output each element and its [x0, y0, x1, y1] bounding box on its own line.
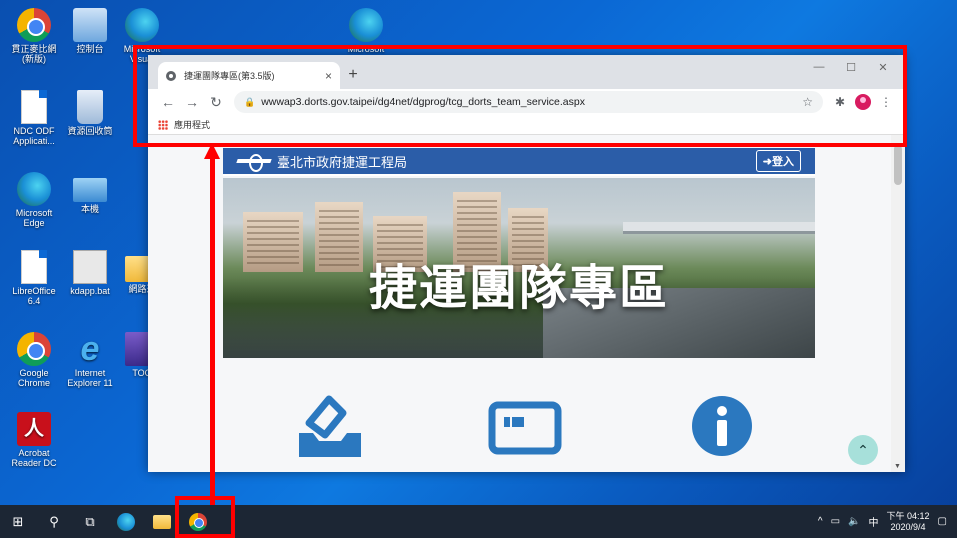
clock-date: 2020/9/4 [890, 521, 926, 532]
chrome-icon [17, 332, 51, 366]
control-panel-icon [73, 8, 107, 42]
desktop-icon-label: 本機 [80, 204, 99, 214]
pdf-icon: 人 [17, 412, 51, 446]
desktop-icon-label: Google Chrome [17, 368, 50, 388]
login-label: 登入 [772, 156, 794, 168]
network-icon[interactable]: ▭ [831, 516, 840, 527]
desktop-icon-kdapp[interactable]: kdapp.bat [62, 250, 118, 296]
edge-icon [117, 512, 135, 531]
system-tray: ^ ▭ 🔈 中 下午 04:12 2020/9/4 ▢ [818, 511, 957, 533]
desktop-icon-recycle-bin[interactable]: 資源回收筒 [62, 90, 118, 136]
desktop-icon-google-chrome[interactable]: Google Chrome [6, 332, 62, 388]
batch-file-icon [73, 250, 107, 284]
search-icon[interactable]: ⚲ [36, 505, 72, 538]
folder-icon [153, 514, 171, 529]
hero-title: 捷運團隊專區 [368, 262, 669, 315]
taskbar: ⊞ ⚲ ⧉ ^ ▭ 🔈 中 下午 04:12 2020/9/4 ▢ [0, 505, 957, 538]
annotation-box-taskbar-chrome [175, 496, 235, 538]
login-button[interactable]: ➜登入 [755, 150, 801, 172]
desktop-icon-label: 貫正麥比網 (新版) [11, 44, 57, 64]
document-icon [21, 250, 47, 284]
task-view-icon[interactable]: ⧉ [72, 505, 108, 538]
chrome-icon [17, 8, 51, 42]
annotation-box-browser-top [133, 45, 907, 147]
desktop-icon-label: kdapp.bat [70, 286, 110, 296]
metro-logo-icon [237, 154, 271, 172]
desktop-icon-ndc-odf[interactable]: NDC ODF Applicati... [6, 90, 62, 146]
vote-box-icon[interactable] [295, 389, 365, 459]
desktop-icon-ie[interactable]: e Internet Explorer 11 [62, 332, 118, 388]
feature-icons [223, 389, 815, 469]
desktop-icon-acrobat[interactable]: 人 Acrobat Reader DC [6, 412, 62, 468]
notification-icon[interactable]: ▢ [938, 516, 947, 527]
scroll-down-arrow-icon[interactable]: ▼ [894, 463, 901, 470]
tray-chevron-icon[interactable]: ^ [818, 516, 823, 527]
ime-indicator[interactable]: 中 [869, 514, 879, 529]
desktop-icon-control-panel[interactable]: 控制台 [62, 8, 118, 54]
annotation-arrow-shaft [210, 157, 215, 505]
scroll-to-top-button[interactable]: ⌃ [848, 435, 878, 465]
edge-icon [125, 8, 159, 42]
page-scrollbar[interactable]: ▼ [891, 135, 905, 472]
desktop-icon-this-pc[interactable]: 本機 [62, 172, 118, 214]
card-icon[interactable] [488, 401, 562, 455]
scrollbar-thumb[interactable] [894, 145, 902, 185]
edge-icon [17, 172, 51, 206]
org-name: 臺北市政府捷運工程局 [277, 155, 408, 171]
info-icon[interactable] [691, 395, 753, 457]
desktop-icon-chrome-shortcut[interactable]: 貫正麥比網 (新版) [6, 8, 62, 64]
desktop-icon-libreoffice[interactable]: LibreOffice 6.4 [6, 250, 62, 306]
taskbar-edge[interactable] [108, 505, 144, 538]
desktop-icon-label: LibreOffice 6.4 [12, 286, 56, 306]
ie-icon: e [80, 330, 100, 368]
start-windows-icon[interactable]: ⊞ [0, 505, 36, 538]
desktop-icon-label: Microsoft Edge [15, 208, 53, 228]
edge-icon [349, 8, 383, 42]
volume-icon[interactable]: 🔈 [848, 516, 860, 527]
viaduct-image [623, 222, 815, 234]
clock-time: 下午 04:12 [886, 510, 930, 521]
document-icon [21, 90, 47, 124]
computer-icon [73, 178, 107, 202]
recycle-bin-icon [77, 90, 103, 124]
page-content: 臺北市政府捷運工程局 ➜登入 捷運團隊專區 ⌃ ▼ [148, 135, 905, 472]
site-header: 臺北市政府捷運工程局 ➜登入 [223, 148, 815, 176]
annotation-arrow-head [204, 143, 220, 159]
clock[interactable]: 下午 04:12 2020/9/4 [887, 511, 930, 533]
desktop-icon-label: 控制台 [76, 44, 104, 54]
desktop-icon-label: 資源回收筒 [67, 126, 113, 136]
desktop-icon-label: NDC ODF Applicati... [13, 126, 55, 146]
desktop-icon-label: Internet Explorer 11 [67, 368, 113, 388]
desktop-icon-edge[interactable]: Microsoft Edge [6, 172, 62, 228]
desktop-icon-label: Acrobat Reader DC [11, 448, 57, 468]
hero-banner: 捷運團隊專區 [223, 178, 815, 358]
